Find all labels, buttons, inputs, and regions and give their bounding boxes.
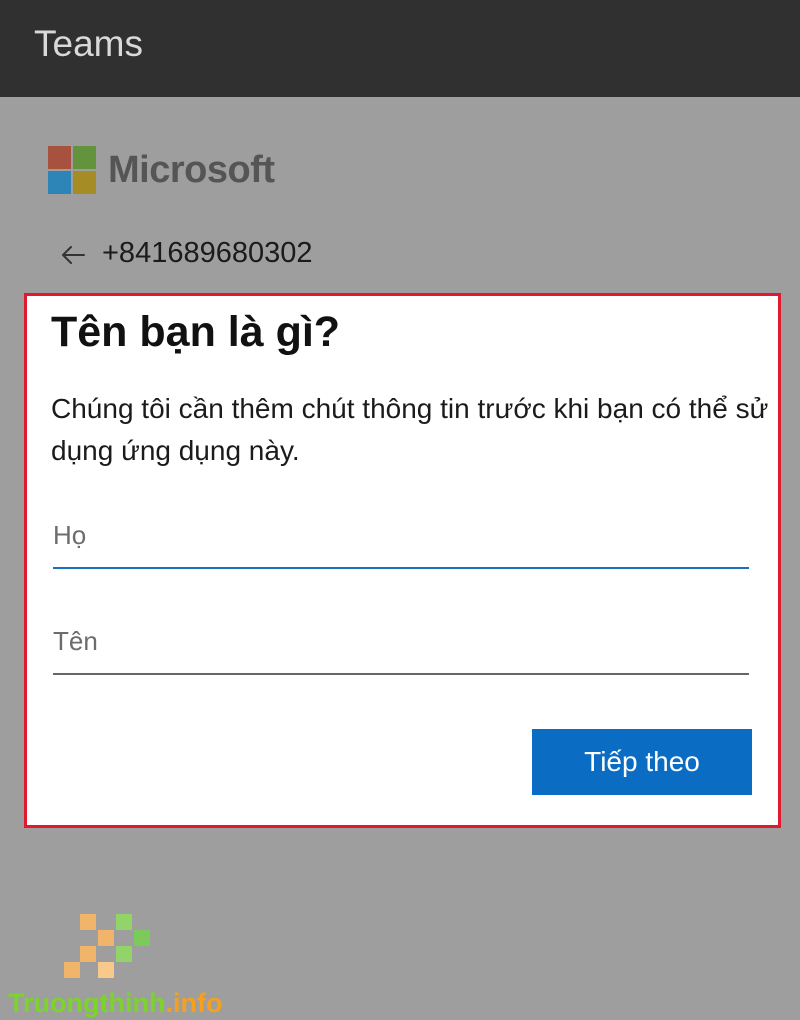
next-button[interactable]: Tiếp theo <box>532 729 752 795</box>
watermark-text-part2: .info <box>165 988 223 1018</box>
brand-name: Microsoft <box>108 149 275 191</box>
page-title: Tên bạn là gì? <box>51 308 341 356</box>
name-form-panel: Tên bạn là gì? Chúng tôi cần thêm chút t… <box>24 293 781 828</box>
app-title: Teams <box>34 23 143 64</box>
watermark-text-part1: Truongthinh <box>8 988 166 1018</box>
watermark-text: Truongthinh.info <box>8 986 222 1020</box>
first-name-input[interactable] <box>53 617 749 675</box>
last-name-input[interactable] <box>53 511 749 569</box>
watermark-logo-icon <box>60 910 156 982</box>
form-description: Chúng tôi cần thêm chút thông tin trước … <box>51 393 769 466</box>
microsoft-logo-icon <box>48 146 96 194</box>
app-bar: Teams <box>0 0 800 97</box>
phone-number: +841689680302 <box>102 237 313 269</box>
arrow-left-icon[interactable] <box>58 240 88 270</box>
